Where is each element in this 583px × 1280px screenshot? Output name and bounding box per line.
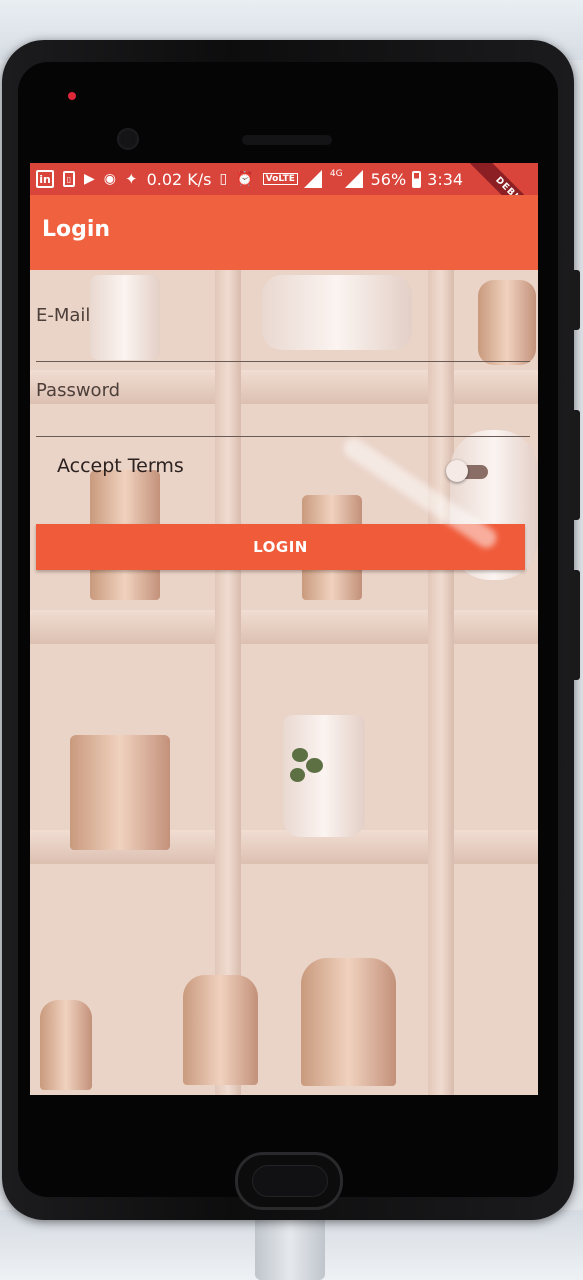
page-title: Login bbox=[42, 217, 111, 242]
linkedin-icon: in bbox=[36, 170, 54, 188]
email-field[interactable]: E-Mail bbox=[36, 305, 530, 362]
clover-leaf bbox=[306, 758, 323, 773]
password-field[interactable]: Password bbox=[36, 380, 530, 437]
clover-leaf bbox=[292, 748, 308, 762]
clover-leaf bbox=[290, 768, 305, 782]
fingerprint-sensor bbox=[252, 1165, 328, 1197]
record-icon: ◉ bbox=[103, 171, 116, 187]
side-button bbox=[570, 570, 580, 680]
vibrate-icon: ▯ bbox=[219, 171, 228, 187]
power-button bbox=[570, 410, 580, 520]
sensor-dot bbox=[68, 92, 76, 100]
email-label: E-Mail bbox=[36, 305, 91, 326]
twitter-icon: ✦ bbox=[125, 170, 138, 188]
usb-cable bbox=[255, 1215, 325, 1280]
weight-small bbox=[40, 1000, 92, 1090]
app-screen: in ▯ ▶ ◉ ✦ 0.02 K/s ▯ ⏰ VoLTE 4G 56% 3:3… bbox=[30, 163, 538, 1095]
accept-terms-label: Accept Terms bbox=[57, 455, 184, 477]
alarm-icon: ⏰ bbox=[236, 171, 254, 187]
accept-terms-switch[interactable] bbox=[446, 460, 490, 482]
network-speed: 0.02 K/s bbox=[146, 169, 212, 189]
volume-button bbox=[570, 270, 580, 330]
play-store-icon: ▶ bbox=[84, 171, 95, 187]
weight-large bbox=[301, 958, 396, 1086]
signal-icon bbox=[303, 170, 322, 188]
switch-thumb bbox=[446, 460, 468, 482]
status-bar: in ▯ ▶ ◉ ✦ 0.02 K/s ▯ ⏰ VoLTE 4G 56% 3:3… bbox=[30, 163, 538, 238]
front-camera bbox=[117, 128, 139, 150]
earpiece bbox=[242, 135, 332, 145]
password-label: Password bbox=[36, 380, 121, 401]
signal-4g-icon bbox=[344, 170, 363, 188]
weight-medium bbox=[183, 975, 258, 1085]
login-button[interactable]: LOGIN bbox=[36, 524, 525, 570]
sim-icon: ▯ bbox=[63, 171, 75, 187]
copper-cup bbox=[70, 735, 170, 850]
volte-badge: VoLTE bbox=[262, 173, 298, 185]
home-button[interactable] bbox=[235, 1152, 343, 1210]
network-type: 4G bbox=[329, 169, 343, 179]
shelf-plank bbox=[30, 610, 538, 644]
clock: 3:34 bbox=[427, 169, 464, 189]
battery-percent: 56% bbox=[370, 169, 407, 189]
app-bar: Login bbox=[30, 195, 538, 270]
battery-icon bbox=[412, 170, 422, 188]
